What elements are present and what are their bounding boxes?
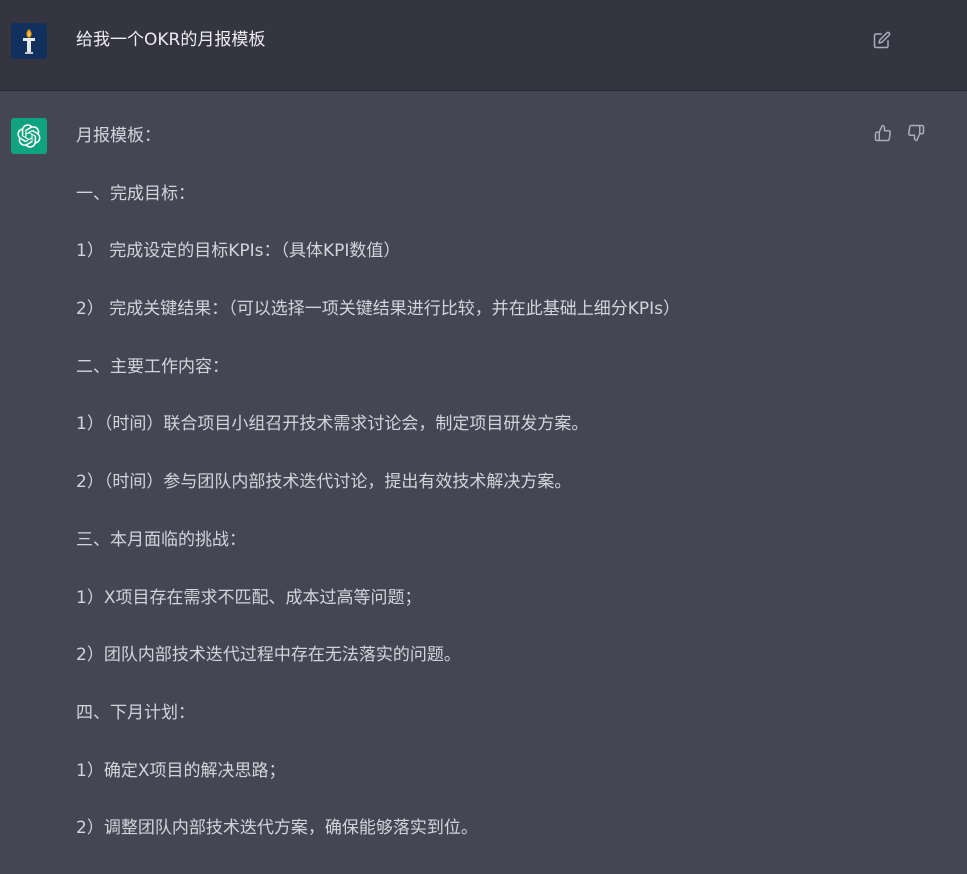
answer-line-item: 1）（时间）联合项目小组召开技术需求讨论会，制定项目研发方案。	[76, 414, 589, 435]
answer-line-item: 2）调整团队内部技术迭代方案，确保能够落实到位。	[76, 818, 478, 839]
openai-logo-icon	[11, 118, 47, 154]
user-message-row: 给我一个OKR的月报模板	[0, 0, 967, 91]
answer-line-item: 2） 完成关键结果：（可以选择一项关键结果进行比较，并在此基础上细分KPIs）	[76, 299, 680, 320]
answer-line-section-3: 三、本月面临的挑战：	[76, 529, 246, 550]
answer-line-item: 2）团队内部技术迭代过程中存在无法落实的问题。	[76, 645, 461, 666]
thumbs-up-icon	[874, 124, 891, 142]
thumbs-down-button[interactable]	[905, 122, 927, 144]
answer-line-item: 2）（时间）参与团队内部技术迭代讨论，提出有效技术解决方案。	[76, 472, 572, 493]
answer-line-title: 月报模板：	[76, 126, 161, 146]
edit-button[interactable]	[871, 29, 893, 51]
torch-avatar-icon	[11, 23, 47, 59]
answer-line-item: 1）X项目存在需求不匹配、成本过高等问题；	[76, 587, 422, 608]
assistant-answer: 月报模板： 一、完成目标： 1） 完成设定的目标KPIs：（具体KPI数值） 2…	[76, 124, 856, 874]
thumbs-up-button[interactable]	[872, 122, 894, 144]
answer-line-section-1: 一、完成目标：	[76, 183, 195, 204]
answer-line-item: 1） 完成设定的目标KPIs：（具体KPI数值）	[76, 241, 401, 262]
user-message-text: 给我一个OKR的月报模板	[76, 30, 266, 50]
answer-line-section-2: 二、主要工作内容：	[76, 356, 229, 377]
edit-icon	[873, 31, 891, 49]
thumbs-down-icon	[908, 124, 925, 142]
answer-line-item: 1）确定X项目的解决思路；	[76, 760, 286, 781]
answer-line-section-4: 四、下月计划：	[76, 702, 195, 723]
assistant-message-row: 月报模板： 一、完成目标： 1） 完成设定的目标KPIs：（具体KPI数值） 2…	[0, 92, 967, 861]
